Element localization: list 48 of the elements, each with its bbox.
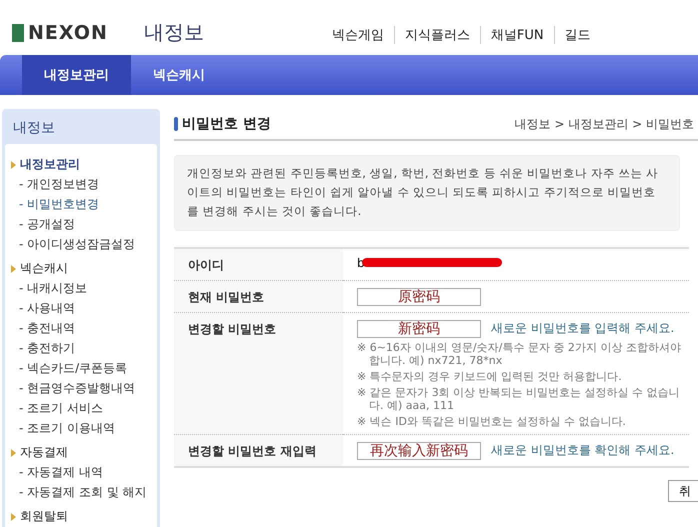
sidebar-item[interactable]: - 조르기 서비스 [11, 398, 157, 418]
section-title: 비밀번호 변경 [182, 115, 271, 133]
arrow-icon [11, 512, 16, 520]
sidebar-group[interactable]: 내정보관리 [20, 156, 80, 173]
sidebar-item[interactable]: - 넥슨카드/쿠폰등록 [11, 358, 157, 378]
password-field[interactable]: 原密码 [357, 288, 481, 306]
sidebar-item[interactable]: - 사용내역 [11, 298, 157, 318]
page-title: 내정보 [144, 19, 204, 46]
rule-note: ※ 넥슨 ID와 똑같은 비밀번호는 설정하실 수 없습니다. [357, 415, 627, 428]
sidebar-title: 내정보 [12, 119, 56, 138]
tab[interactable]: 넥슨캐시 [131, 55, 227, 95]
field-label: 현재 비밀번호 [188, 290, 264, 304]
field-label: 변경할 비밀번호 [188, 322, 276, 336]
notice-text: 개인정보와 관련된 주민등록번호, 생일, 학번, 전화번호 등 쉬운 비밀번호나 자주 쓰는 사이트의 비밀번호는 타인이 쉽게 알아낼 수 있으니 되도록 피하시고 주기적으로 비밀번호를 변경해 주시는 것이 좋습니다. [174, 155, 680, 231]
tab[interactable]: 내정보관리 [22, 55, 131, 95]
sidebar-item[interactable]: - 조르기 이용내역 [11, 418, 157, 438]
nav-link[interactable]: 길드 [554, 26, 601, 44]
sidebar-item[interactable]: - 개인정보변경 [11, 174, 157, 194]
arrow-icon [11, 448, 16, 456]
sidebar-item[interactable]: - 공개설정 [11, 214, 157, 234]
sidebar-item[interactable]: - 자동결제 내역 [11, 462, 157, 482]
sidebar-item[interactable]: - 충전하기 [11, 338, 157, 358]
sidebar-item[interactable]: - 아이디생성잠금설정 [11, 234, 157, 254]
rule-note: ※ 특수문자의 경우 키보드에 입력된 것만 허용합니다. [357, 370, 623, 383]
field-hint: 새로운 비밀번호를 확인해 주세요. [491, 443, 674, 458]
sidebar-item[interactable]: - 충전내역 [11, 318, 157, 338]
arrow-icon [11, 264, 16, 272]
sidebar-group[interactable]: 넥슨캐시 [20, 260, 68, 277]
nav-link[interactable]: 넥슨게임 [322, 26, 394, 44]
sidebar-group[interactable]: 회원탈퇴 [20, 508, 68, 525]
sidebar-item[interactable]: - 현금영수증발행내역 [11, 378, 157, 398]
sidebar-item[interactable]: - 비밀번호변경 [11, 194, 157, 214]
cancel-button[interactable]: 취 [668, 480, 698, 502]
password-field[interactable]: 新密码 [357, 320, 481, 338]
rule-note: ※ 6~16자 이내의 영문/숫자/특수 문자 중 2가지 이상 조합하셔야 합니다. 예) nx721, 78*nx [357, 341, 682, 367]
rule-note: ※ 같은 문자가 3회 이상 반복되는 비밀번호는 설정하실 수 없습니다. 예) aaa, 111 [357, 386, 681, 412]
field-label: 아이디 [188, 258, 224, 272]
password-field[interactable]: 再次输入新密码 [357, 442, 481, 460]
field-label: 변경할 비밀번호 재입력 [188, 444, 316, 458]
sidebar-item[interactable]: - 내캐시정보 [11, 278, 157, 298]
sidebar-group[interactable]: 자동결제 [20, 444, 68, 461]
nav-link[interactable]: 채널FUN [480, 26, 554, 44]
sidebar-item[interactable]: - 자동결제 조회 및 해지 [11, 482, 157, 502]
arrow-icon [11, 160, 16, 168]
nav-link[interactable]: 지식플러스 [394, 26, 480, 44]
field-hint: 새로운 비밀번호를 입력해 주세요. [491, 321, 674, 336]
nexon-logo[interactable]: NEXON [12, 22, 108, 44]
breadcrumb: 내정보 > 내정보관리 > 비밀번호 [514, 116, 694, 132]
